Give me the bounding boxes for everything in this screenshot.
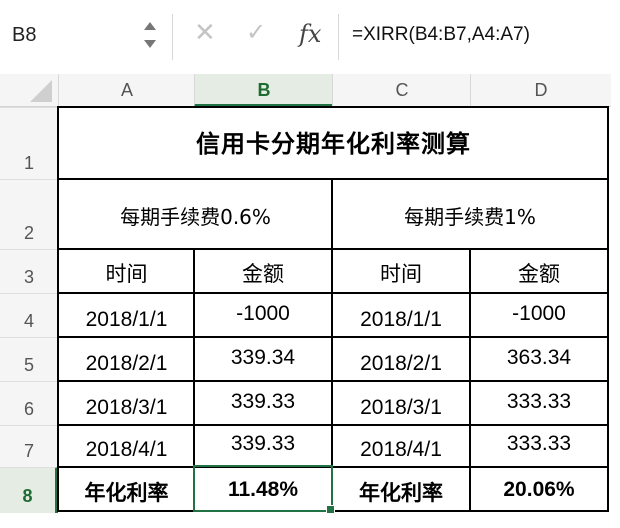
column-header-b[interactable]: B bbox=[194, 74, 333, 107]
row-header-7[interactable]: 7 bbox=[0, 425, 58, 468]
grid-line bbox=[58, 336, 608, 338]
amount-cell[interactable]: 333.33 bbox=[471, 390, 607, 414]
date-cell[interactable]: 2018/1/1 bbox=[60, 308, 193, 332]
header-time-left-cell[interactable]: 时间 bbox=[60, 258, 193, 288]
result-label-left-cell[interactable]: 年化利率 bbox=[60, 477, 193, 507]
header-amount-left-cell[interactable]: 金额 bbox=[195, 258, 331, 288]
sheet-title-cell[interactable]: 信用卡分期年化利率测算 bbox=[60, 124, 607, 159]
grid-line bbox=[58, 424, 608, 426]
amount-cell[interactable]: -1000 bbox=[195, 302, 331, 326]
result-label-right-cell[interactable]: 年化利率 bbox=[333, 477, 469, 507]
name-box[interactable]: B8 bbox=[12, 24, 36, 47]
row-header-3[interactable]: 3 bbox=[0, 249, 58, 294]
grid-line bbox=[58, 248, 608, 250]
amount-cell[interactable]: 339.33 bbox=[195, 432, 331, 456]
grid-line bbox=[607, 106, 609, 512]
formula-bar-divider bbox=[172, 14, 173, 60]
date-cell[interactable]: 2018/4/1 bbox=[60, 438, 193, 462]
date-cell[interactable]: 2018/2/1 bbox=[333, 352, 469, 376]
amount-cell[interactable]: 339.34 bbox=[195, 346, 331, 370]
formula-bar-divider bbox=[338, 14, 339, 60]
date-cell[interactable]: 2018/3/1 bbox=[60, 396, 193, 420]
date-cell[interactable]: 2018/3/1 bbox=[333, 396, 469, 420]
amount-cell[interactable]: 339.33 bbox=[195, 390, 331, 414]
chevron-down-icon[interactable] bbox=[144, 40, 156, 48]
grid-line bbox=[58, 106, 608, 108]
row-header-2[interactable]: 2 bbox=[0, 179, 58, 250]
column-header-a[interactable]: A bbox=[58, 74, 195, 107]
name-box-stepper[interactable] bbox=[140, 18, 160, 56]
header-amount-right-cell[interactable]: 金额 bbox=[471, 258, 607, 288]
grid-line bbox=[58, 178, 608, 180]
row-header-6[interactable]: 6 bbox=[0, 381, 58, 426]
amount-cell[interactable]: 333.33 bbox=[471, 432, 607, 456]
formula-input[interactable]: =XIRR(B4:B7,A4:A7) bbox=[352, 24, 530, 46]
amount-cell[interactable]: 363.34 bbox=[471, 346, 607, 370]
result-value-right-cell[interactable]: 20.06% bbox=[471, 478, 607, 502]
active-cell-selection bbox=[193, 465, 333, 512]
grid-line bbox=[58, 292, 608, 294]
insert-function-button[interactable]: fx bbox=[299, 20, 321, 48]
column-header-d[interactable]: D bbox=[470, 74, 611, 107]
grid-line bbox=[58, 466, 608, 468]
section-left-cell[interactable]: 每期手续费0.6% bbox=[60, 201, 331, 230]
close-icon[interactable]: ✕ bbox=[194, 18, 216, 48]
formula-bar: B8 ✕ ✓ fx =XIRR(B4:B7,A4:A7) bbox=[0, 0, 620, 74]
row-header-8[interactable]: 8 bbox=[0, 467, 58, 513]
row-header-4[interactable]: 4 bbox=[0, 293, 58, 338]
fill-handle[interactable] bbox=[326, 505, 335, 514]
column-header-c[interactable]: C bbox=[332, 74, 471, 107]
date-cell[interactable]: 2018/2/1 bbox=[60, 352, 193, 376]
date-cell[interactable]: 2018/1/1 bbox=[333, 308, 469, 332]
select-all-corner[interactable] bbox=[0, 74, 58, 107]
grid-line bbox=[58, 380, 608, 382]
chevron-up-icon[interactable] bbox=[144, 22, 156, 30]
amount-cell[interactable]: -1000 bbox=[471, 302, 607, 326]
grid-line bbox=[57, 106, 59, 512]
select-all-icon bbox=[30, 80, 52, 102]
date-cell[interactable]: 2018/4/1 bbox=[333, 438, 469, 462]
header-time-right-cell[interactable]: 时间 bbox=[333, 258, 469, 288]
row-header-1[interactable]: 1 bbox=[0, 107, 58, 180]
check-icon[interactable]: ✓ bbox=[246, 18, 266, 46]
row-header-5[interactable]: 5 bbox=[0, 337, 58, 382]
section-right-cell[interactable]: 每期手续费1% bbox=[333, 201, 607, 230]
